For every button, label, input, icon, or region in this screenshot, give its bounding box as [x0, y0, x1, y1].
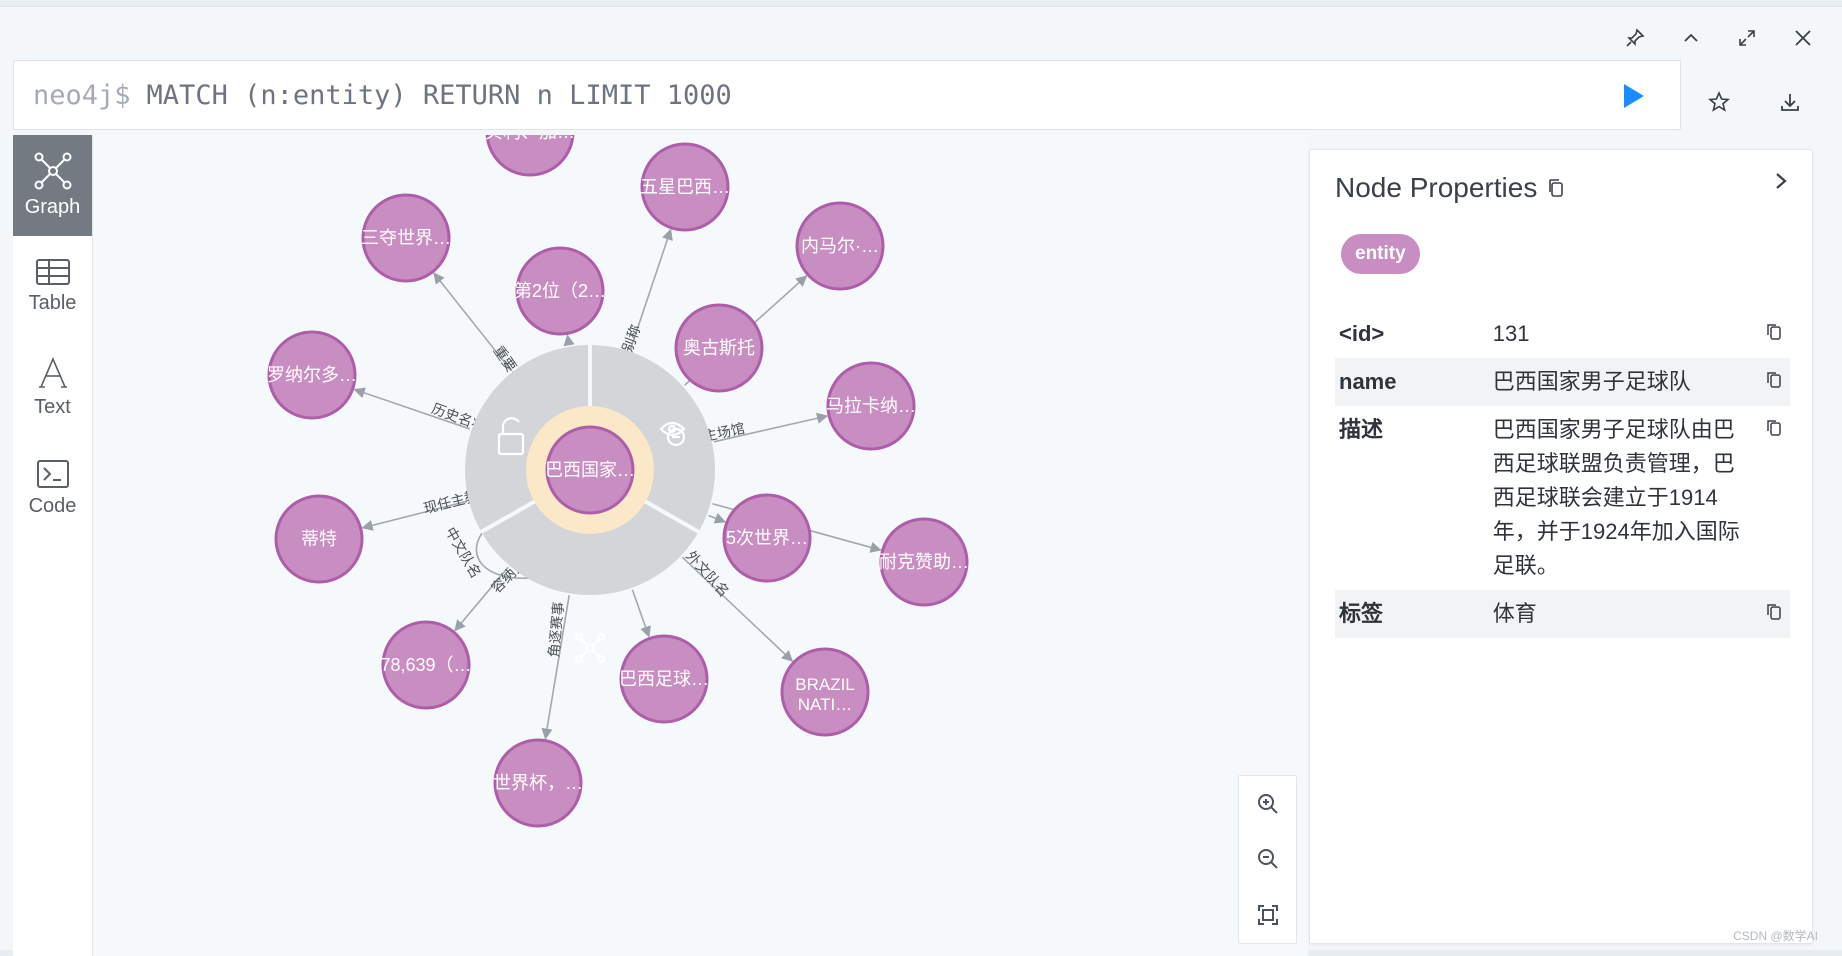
relationship-label[interactable]: 中文队名: [442, 524, 484, 580]
relationship-edge[interactable]: [708, 513, 727, 524]
graph-node[interactable]: 巴西足球…: [619, 634, 709, 724]
graph-node[interactable]: 内马尔·…: [795, 201, 885, 291]
zoom-controls: [1238, 775, 1297, 944]
graph-node[interactable]: 第2位（2…: [514, 246, 606, 336]
pin-icon[interactable]: [1622, 25, 1648, 51]
node-label: 第2位（2…: [514, 281, 606, 301]
graph-node[interactable]: 5次世界…: [722, 493, 812, 583]
relationship-edge[interactable]: [631, 589, 651, 638]
graph-node[interactable]: 贝利、加…: [485, 135, 575, 177]
node-label: 巴西足球…: [619, 669, 709, 689]
copy-value-icon[interactable]: [1747, 406, 1790, 590]
editor-prompt: neo4j$: [33, 79, 131, 111]
node-label: 贝利、加…: [485, 135, 575, 142]
graph-node[interactable]: 蒂特: [274, 494, 364, 584]
graph-node[interactable]: BRAZILNATI…: [780, 647, 870, 737]
node-label: 78,639（…: [380, 655, 471, 675]
copy-value-icon[interactable]: [1747, 310, 1790, 358]
graph-node[interactable]: 五星巴西…: [640, 142, 730, 232]
node-label: 马拉卡纳…: [826, 396, 916, 416]
node-label: 巴西国家…: [545, 460, 635, 480]
watermark: CSDN @数学AI: [1733, 929, 1818, 943]
node-label: BRAZIL: [795, 675, 855, 694]
zoom-in-icon[interactable]: [1253, 789, 1283, 819]
query-editor[interactable]: neo4j$ MATCH (n:entity) RETURN n LIMIT 1…: [13, 60, 1681, 130]
favorite-button[interactable]: [1704, 87, 1734, 117]
graph-node[interactable]: 罗纳尔多…: [267, 330, 357, 420]
graph-node[interactable]: 世界杯，…: [493, 738, 583, 828]
property-row: 描述 巴西国家男子足球队由巴西足球联盟负责管理，巴西足球联会建立于1914年，并于…: [1335, 406, 1790, 590]
graph-node[interactable]: 耐克赞助…: [879, 517, 969, 607]
copy-value-icon[interactable]: [1747, 590, 1790, 638]
graph-node[interactable]: 奥古斯托: [674, 303, 764, 393]
view-code[interactable]: Code: [13, 438, 92, 539]
node-label: 耐克赞助…: [879, 552, 969, 572]
node-label: 奥古斯托: [683, 338, 755, 358]
panel-title: Node Properties: [1335, 172, 1565, 204]
node-label: 五星巴西…: [640, 177, 730, 197]
property-key: 描述: [1339, 417, 1384, 442]
property-value: 体育: [1490, 590, 1748, 638]
view-text[interactable]: Text: [13, 337, 92, 438]
node-label: 世界杯，…: [493, 773, 583, 793]
play-icon: [1624, 84, 1644, 108]
relationship-label[interactable]: 外文队名: [683, 547, 732, 599]
view-table[interactable]: Table: [13, 236, 92, 337]
relationship-label[interactable]: 角逐赛事: [546, 601, 567, 658]
star-icon: [1708, 91, 1730, 112]
property-value: 巴西国家男子足球队由巴西足球联盟负责管理，巴西足球联会建立于1914年，并于19…: [1492, 417, 1740, 578]
table-icon: [35, 259, 70, 285]
collapse-up-icon[interactable]: [1678, 25, 1704, 51]
browser-frame: neo4j$ MATCH (n:entity) RETURN n LIMIT 1…: [0, 6, 1842, 956]
graph-svg[interactable]: 重要事件别称历史名将主场馆现任主教练中文队名容纳人角逐赛事外文队名者: [93, 135, 1308, 956]
graph-node[interactable]: 三夺世界…: [361, 193, 451, 283]
property-row: 标签 体育: [1335, 590, 1790, 638]
graph-icon: [34, 152, 71, 190]
node-label: 5次世界…: [726, 528, 808, 548]
view-graph[interactable]: Graph: [13, 135, 92, 236]
code-icon: [36, 460, 69, 488]
run-button[interactable]: [1622, 83, 1646, 116]
graph-node[interactable]: 马拉卡纳…: [826, 361, 916, 451]
properties-table: <id> 131 name 巴西国家男子足球队 描述 巴西国家男子足球队由巴西足球联盟负责…: [1335, 310, 1790, 638]
property-row: name 巴西国家男子足球队: [1335, 358, 1790, 406]
property-key: 标签: [1335, 590, 1491, 638]
collapse-panel-button[interactable]: [1766, 166, 1796, 196]
node-label: 罗纳尔多…: [267, 365, 357, 385]
download-icon: [1781, 94, 1799, 111]
copy-value-icon[interactable]: [1747, 358, 1790, 406]
close-icon[interactable]: [1790, 25, 1816, 51]
fit-to-screen-icon[interactable]: [1253, 900, 1283, 930]
property-row: <id> 131: [1335, 310, 1790, 358]
expand-icon[interactable]: [1734, 25, 1760, 51]
property-value: 131: [1492, 321, 1530, 346]
graph-node[interactable]: 78,639（…: [380, 620, 472, 710]
text-icon: [38, 356, 67, 388]
result-view-sidebar: Graph Table Text Code: [13, 135, 93, 956]
chevron-right-icon: [1776, 173, 1787, 189]
node-label: 蒂特: [301, 529, 337, 549]
window-controls: [1622, 25, 1816, 51]
property-value: 巴西国家男子足球队: [1490, 358, 1748, 406]
expand-neighbours-icon[interactable]: [574, 632, 606, 664]
node-properties-panel: Node Properties entity <id> 131 name 巴西国家男子…: [1309, 149, 1813, 944]
property-key: name: [1335, 358, 1491, 406]
relationship-edge[interactable]: [563, 334, 575, 347]
selected-node[interactable]: 巴西国家…: [545, 425, 635, 515]
node-label: 内马尔·…: [801, 236, 879, 256]
node-label: NATI…: [798, 695, 852, 714]
query-text[interactable]: MATCH (n:entity) RETURN n LIMIT 1000: [147, 80, 732, 111]
property-key: <id>: [1339, 321, 1385, 346]
graph-canvas[interactable]: 重要事件别称历史名将主场馆现任主教练中文队名容纳人角逐赛事外文队名者: [93, 135, 1308, 956]
download-button[interactable]: [1775, 87, 1805, 117]
copy-icon[interactable]: [1547, 178, 1565, 198]
entity-label-chip[interactable]: entity: [1341, 234, 1420, 274]
node-label: 三夺世界…: [361, 228, 451, 248]
zoom-out-icon[interactable]: [1253, 844, 1283, 874]
